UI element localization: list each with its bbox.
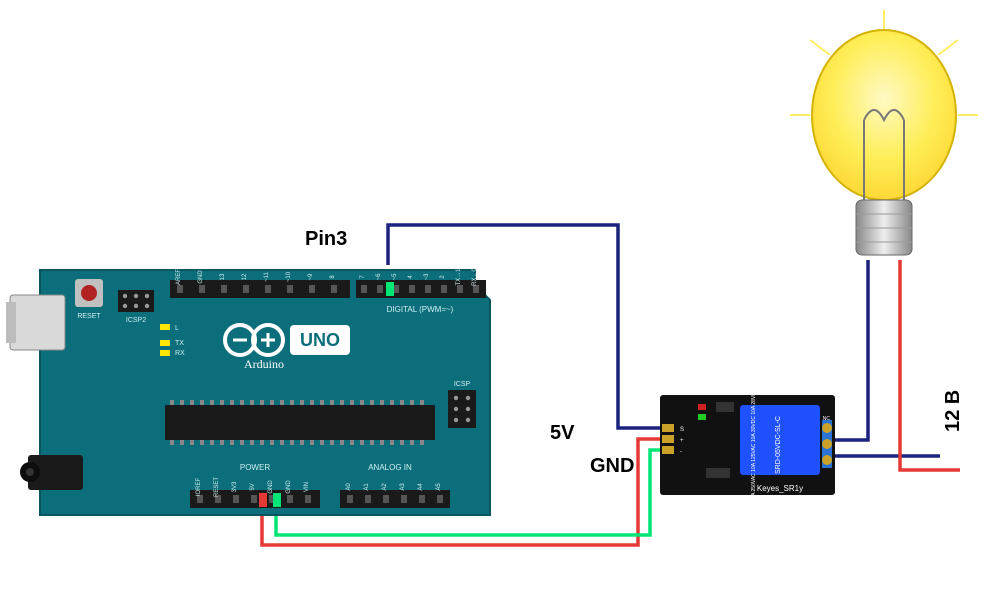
svg-text:ANALOG IN: ANALOG IN: [368, 463, 412, 472]
svg-text:GND: GND: [198, 270, 204, 284]
svg-text:Arduino: Arduino: [244, 357, 284, 371]
svg-text:A4: A4: [418, 483, 424, 491]
svg-text:RESET: RESET: [214, 477, 220, 497]
svg-text:~9: ~9: [308, 273, 314, 281]
svg-text:POWER: POWER: [240, 463, 270, 472]
svg-text:A1: A1: [364, 483, 370, 491]
svg-text:~10: ~10: [286, 271, 292, 282]
pin-5v: [259, 493, 267, 507]
svg-text:L: L: [175, 325, 179, 332]
label-12v: 12 В: [942, 390, 965, 432]
svg-text:A3: A3: [400, 483, 406, 491]
digital-header-left: [170, 280, 350, 298]
relay-module: SRD-05VDC-SL-C 10A 250VAC 10A 125VAC 10A…: [660, 388, 835, 501]
svg-text:~6: ~6: [376, 273, 382, 281]
atmega-chip: [165, 405, 435, 440]
wire-bulb-12v-pos: [900, 260, 960, 470]
svg-text:RX←0: RX←0: [472, 268, 478, 286]
relay-input-pins: S + -: [662, 424, 684, 455]
svg-text:GND: GND: [286, 480, 292, 494]
svg-text:SRD-05VDC-SL-C: SRD-05VDC-SL-C: [775, 416, 782, 474]
wiring-diagram: RESET ICSP2 AREF GND 13: [0, 0, 1000, 590]
light-bulb: [790, 10, 978, 255]
svg-text:RX: RX: [175, 350, 185, 357]
svg-text:A0: A0: [346, 483, 352, 491]
svg-text:RESET: RESET: [77, 313, 101, 320]
svg-text:DIGITAL (PWM=~): DIGITAL (PWM=~): [387, 305, 454, 314]
svg-text:S: S: [680, 427, 684, 433]
svg-text:~11: ~11: [264, 271, 270, 281]
label-5v: 5V: [550, 422, 574, 445]
svg-text:A5: A5: [436, 483, 442, 491]
svg-text:IOREF: IOREF: [196, 478, 202, 497]
pin-gnd: [273, 493, 281, 507]
svg-text:TX: TX: [175, 340, 184, 347]
label-pin3: Pin3: [305, 228, 347, 251]
svg-text:NC: NC: [823, 416, 831, 422]
label-gnd: GND: [590, 455, 634, 478]
svg-text:A2: A2: [382, 483, 388, 491]
svg-text:Keyes_SR1y: Keyes_SR1y: [757, 484, 803, 493]
svg-text:~5: ~5: [392, 273, 398, 281]
svg-text:ICSP: ICSP: [454, 381, 471, 388]
svg-text:ICSP2: ICSP2: [126, 317, 146, 324]
svg-text:VIN: VIN: [304, 482, 310, 492]
svg-text:TX→1: TX→1: [456, 268, 462, 286]
svg-text:~3: ~3: [424, 273, 430, 281]
svg-text:5V: 5V: [250, 483, 256, 490]
svg-text:AREF: AREF: [176, 269, 182, 285]
analog-header: [340, 490, 450, 508]
svg-text:+: +: [680, 438, 684, 444]
wire-relay-to-bulb: [830, 260, 868, 440]
digital-header-right: [356, 280, 486, 298]
svg-text:3V3: 3V3: [232, 481, 238, 492]
svg-text:12: 12: [242, 273, 248, 280]
svg-text:13: 13: [220, 273, 226, 280]
pin-d3: [386, 282, 394, 296]
svg-text:GND: GND: [268, 480, 274, 494]
arduino-board: RESET ICSP2 AREF GND 13: [6, 268, 490, 515]
svg-text:UNO: UNO: [300, 330, 340, 350]
svg-text:-: -: [680, 449, 682, 455]
